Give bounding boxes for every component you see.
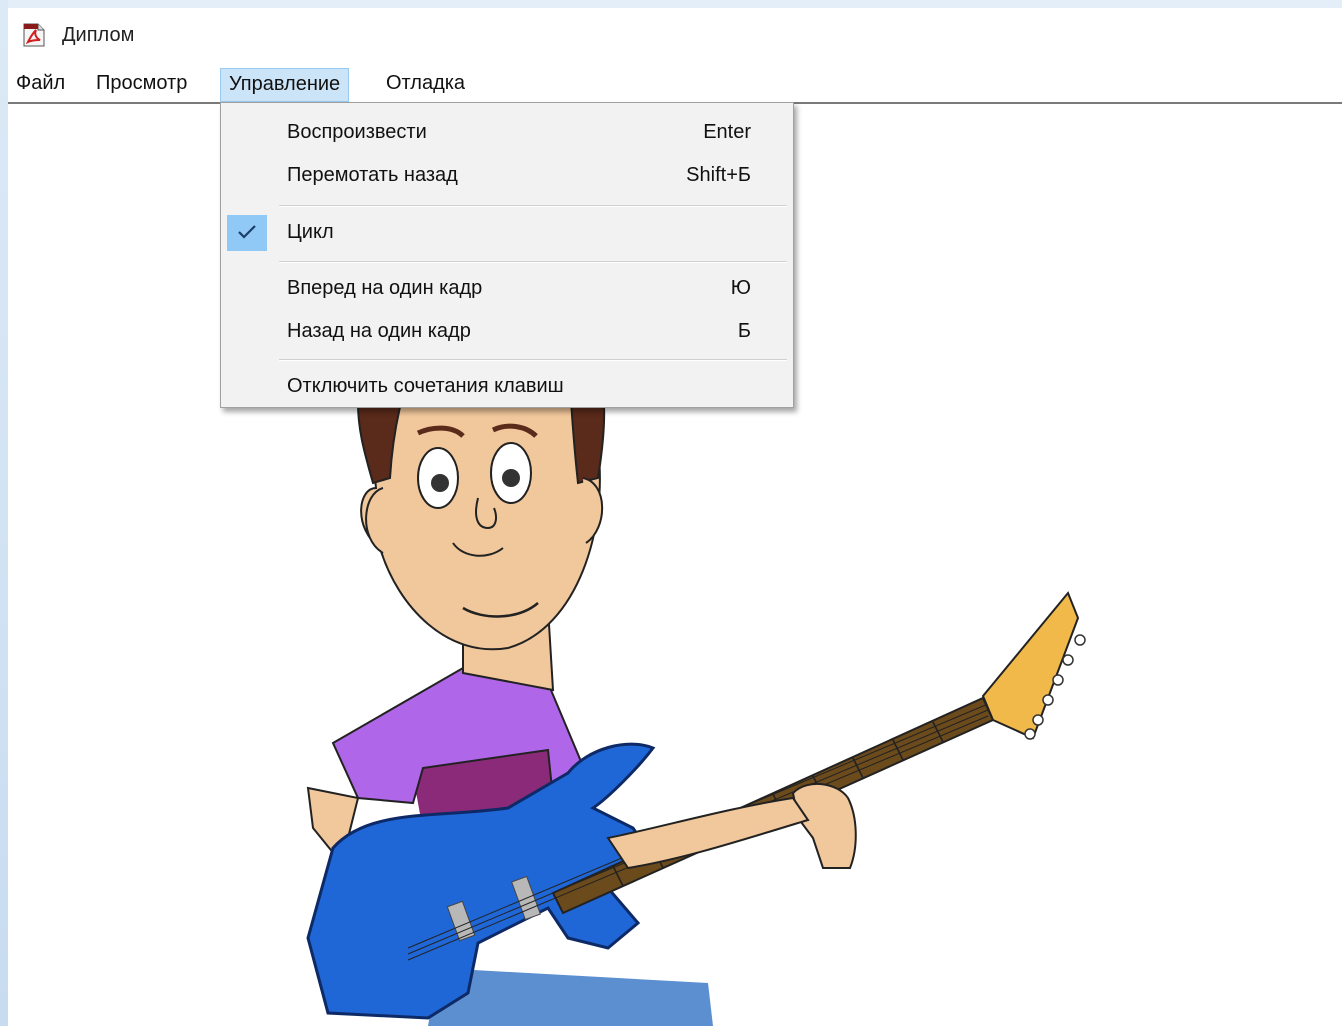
menu-item-play[interactable]: Воспроизвести Enter	[221, 111, 793, 153]
menu-item-shortcut: Enter	[703, 121, 751, 143]
menu-item-step-back[interactable]: Назад на один кадр Б	[221, 310, 793, 352]
menu-control[interactable]: Управление	[220, 68, 350, 102]
right-hand	[791, 782, 857, 869]
menu-item-shortcut: Б	[737, 320, 751, 342]
guitar-headstock	[981, 591, 1080, 740]
menu-item-label: Вперед на один кадр	[287, 277, 483, 299]
window-title: Диплом	[62, 24, 135, 46]
menu-bar: Файл Просмотр Управление Отладка	[8, 68, 1342, 104]
menu-item-shortcut: Shift+Б	[686, 164, 751, 186]
slide-background-left	[0, 0, 8, 1026]
menu-file[interactable]: Файл	[8, 68, 73, 102]
menu-item-label: Назад на один кадр	[287, 320, 471, 342]
right-forearm	[606, 796, 810, 870]
menu-item-label: Цикл	[287, 221, 334, 243]
menu-item-rewind[interactable]: Перемотать назад Shift+Б	[221, 154, 793, 196]
menu-item-label: Отключить сочетания клавиш	[287, 375, 564, 397]
menu-item-label: Перемотать назад	[287, 164, 458, 186]
menu-separator	[279, 205, 787, 207]
menu-separator	[279, 359, 787, 361]
app-window: Диплом Файл Просмотр Управление Отладка …	[8, 8, 1342, 1026]
menu-item-shortcut: Ю	[730, 277, 751, 299]
menu-separator	[279, 261, 787, 263]
menu-item-label: Воспроизвести	[287, 121, 427, 143]
control-dropdown-menu: Воспроизвести Enter Перемотать назад Shi…	[220, 102, 794, 408]
menu-item-disable-shortcuts[interactable]: Отключить сочетания клавиш	[221, 365, 793, 407]
pdf-document-icon	[23, 23, 45, 47]
menu-item-loop[interactable]: Цикл	[221, 211, 793, 253]
menu-item-step-forward[interactable]: Вперед на один кадр Ю	[221, 267, 793, 309]
menu-view[interactable]: Просмотр	[88, 68, 195, 102]
title-bar: Диплом	[8, 8, 1342, 64]
menu-debug[interactable]: Отладка	[378, 68, 473, 102]
slide-background-top	[0, 0, 1342, 8]
pupil	[502, 469, 520, 487]
pupil	[431, 474, 449, 492]
checkmark-icon	[227, 215, 267, 251]
